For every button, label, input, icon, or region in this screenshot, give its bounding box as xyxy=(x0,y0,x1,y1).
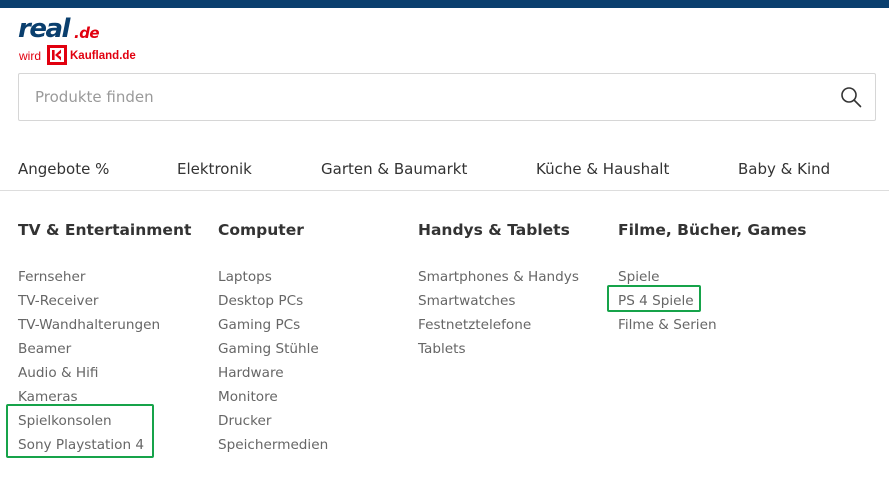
menu-link[interactable]: PS 4 Spiele xyxy=(618,289,806,313)
logo-real-text: real xyxy=(18,14,70,44)
column-link-list: Spiele PS 4 Spiele Filme & Serien xyxy=(618,265,806,337)
category-nav: Angebote % Elektronik Garten & Baumarkt … xyxy=(0,148,889,191)
menu-link[interactable]: Audio & Hifi xyxy=(18,361,191,385)
column-link-list: Smartphones & Handys Smartwatches Festne… xyxy=(418,265,579,361)
menu-link[interactable]: Festnetztelefone xyxy=(418,313,579,337)
menu-column-tv-entertainment: TV & Entertainment Fernseher TV-Receiver… xyxy=(18,220,191,457)
column-title[interactable]: Filme, Bücher, Games xyxy=(618,220,806,240)
menu-link[interactable]: Smartphones & Handys xyxy=(418,265,579,289)
nav-item-baby-kind[interactable]: Baby & Kind xyxy=(738,159,830,179)
menu-link[interactable]: Beamer xyxy=(18,337,191,361)
search-bar xyxy=(18,73,876,121)
menu-link[interactable]: Tablets xyxy=(418,337,579,361)
site-logo[interactable]: real .de wird Kaufland.de xyxy=(18,14,168,66)
search-icon[interactable] xyxy=(839,85,863,109)
column-link-list: Fernseher TV-Receiver TV-Wandhalterungen… xyxy=(18,265,191,457)
menu-link[interactable]: Fernseher xyxy=(18,265,191,289)
logo-de-text: .de xyxy=(74,24,100,42)
menu-link[interactable]: Spielkonsolen xyxy=(18,409,191,433)
menu-link[interactable]: Kameras xyxy=(18,385,191,409)
nav-item-elektronik[interactable]: Elektronik xyxy=(177,159,252,179)
menu-link[interactable]: Smartwatches xyxy=(418,289,579,313)
logo-kaufland-text: Kaufland.de xyxy=(70,50,136,62)
search-input[interactable] xyxy=(19,74,819,120)
column-title[interactable]: Handys & Tablets xyxy=(418,220,579,240)
menu-column-handys-tablets: Handys & Tablets Smartphones & Handys Sm… xyxy=(418,220,579,361)
nav-item-garten-baumarkt[interactable]: Garten & Baumarkt xyxy=(321,159,467,179)
menu-link[interactable]: TV-Wandhalterungen xyxy=(18,313,191,337)
kaufland-logo-icon xyxy=(47,45,67,65)
menu-link[interactable]: Desktop PCs xyxy=(218,289,328,313)
top-brand-bar xyxy=(0,0,889,8)
menu-column-filme-buecher-games: Filme, Bücher, Games Spiele PS 4 Spiele … xyxy=(618,220,806,337)
nav-item-kueche-haushalt[interactable]: Küche & Haushalt xyxy=(536,159,669,179)
menu-link[interactable]: Gaming Stühle xyxy=(218,337,328,361)
menu-column-computer: Computer Laptops Desktop PCs Gaming PCs … xyxy=(218,220,328,457)
menu-link[interactable]: Drucker xyxy=(218,409,328,433)
menu-link[interactable]: Spiele xyxy=(618,265,806,289)
logo-wird-text: wird xyxy=(19,49,42,63)
column-title[interactable]: Computer xyxy=(218,220,328,240)
menu-link[interactable]: Sony Playstation 4 xyxy=(18,433,191,457)
menu-link[interactable]: Laptops xyxy=(218,265,328,289)
menu-link[interactable]: Hardware xyxy=(218,361,328,385)
column-link-list: Laptops Desktop PCs Gaming PCs Gaming St… xyxy=(218,265,328,457)
nav-item-angebote[interactable]: Angebote % xyxy=(18,159,109,179)
column-title[interactable]: TV & Entertainment xyxy=(18,220,191,240)
menu-link[interactable]: Speichermedien xyxy=(218,433,328,457)
menu-link[interactable]: Gaming PCs xyxy=(218,313,328,337)
menu-link[interactable]: Monitore xyxy=(218,385,328,409)
menu-link[interactable]: TV-Receiver xyxy=(18,289,191,313)
menu-link[interactable]: Filme & Serien xyxy=(618,313,806,337)
